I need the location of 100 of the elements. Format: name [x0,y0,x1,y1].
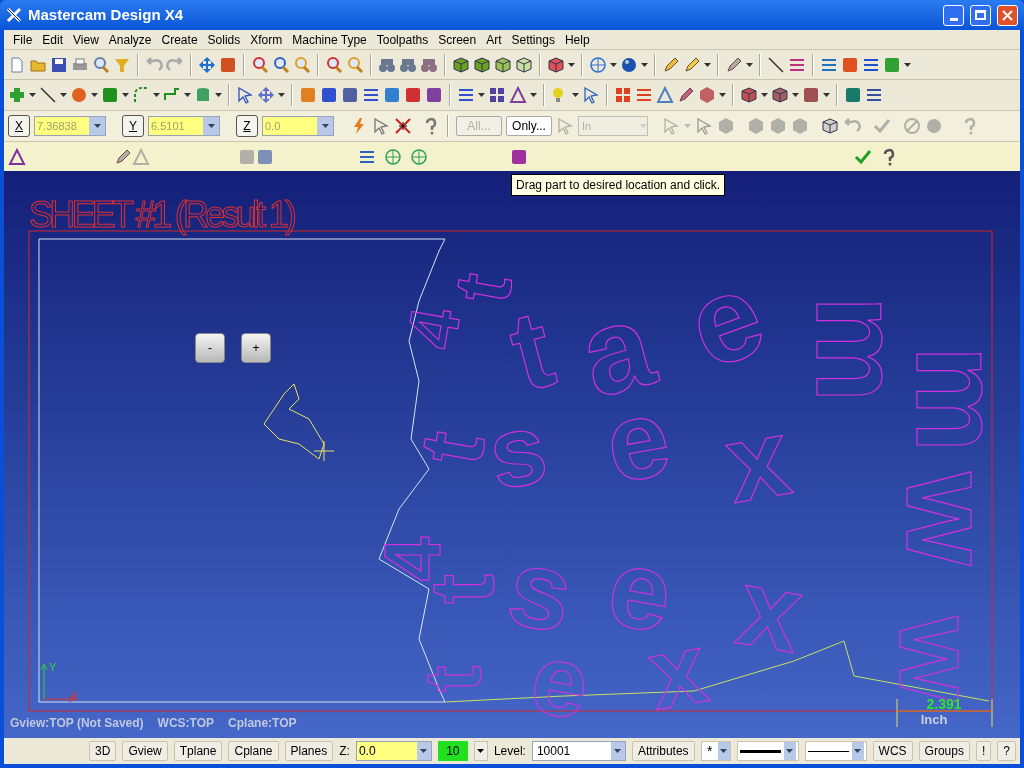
pencil-icon[interactable] [683,55,701,74]
caret-icon[interactable] [29,93,36,97]
checkmark-icon[interactable] [873,117,891,135]
caret-icon[interactable] [122,93,129,97]
caret-icon[interactable] [641,62,648,67]
pencil-icon[interactable] [662,55,680,74]
sphere-icon[interactable] [620,55,638,74]
view-button[interactable]: 3D [89,741,117,761]
pencil-icon[interactable] [725,55,743,74]
triangle-icon[interactable] [656,86,674,104]
point-style-dropdown[interactable]: * [700,741,731,761]
save-icon[interactable] [50,55,68,74]
caret-icon[interactable] [720,749,728,753]
cube-icon[interactable] [452,55,470,74]
four-arrows-icon[interactable] [257,86,275,104]
triangle-icon[interactable] [509,86,527,104]
axis-button[interactable]: X [8,115,30,137]
pencil-icon[interactable] [114,147,132,166]
caret-icon[interactable] [478,93,485,97]
menu-item[interactable]: Create [156,30,203,49]
cube-icon[interactable] [515,55,533,74]
square-icon[interactable] [425,86,443,104]
level-field[interactable]: 10001 [531,741,626,761]
menu-item[interactable]: Analyze [103,30,157,49]
caret-icon[interactable] [321,124,329,128]
axis-button[interactable]: Y [122,115,144,137]
caret-icon[interactable] [530,93,537,97]
zoom-icon[interactable] [272,55,290,74]
square-icon[interactable] [383,86,401,104]
zoom-icon[interactable] [251,55,269,74]
menu-item[interactable]: Toolpaths [371,30,434,49]
cube-icon[interactable] [740,86,758,104]
square-icon[interactable] [510,147,528,166]
z-depth-field[interactable]: 0.0 [355,741,432,761]
lines-icon[interactable] [362,86,380,104]
status-button[interactable]: ! [975,741,992,761]
square-icon[interactable] [219,55,237,74]
caret-icon[interactable] [477,749,485,753]
caret-icon[interactable] [761,93,768,97]
pointer-icon[interactable] [695,117,713,135]
caret-icon[interactable] [153,93,160,97]
square-icon[interactable] [341,86,359,104]
line-icon[interactable] [767,55,785,74]
lines-icon[interactable] [635,86,653,104]
pointer-icon[interactable] [236,86,254,104]
caret-icon[interactable] [420,749,428,753]
menu-item[interactable]: File [8,30,38,49]
maximize-button[interactable] [970,4,991,26]
cube-icon[interactable] [821,117,839,135]
caret-icon[interactable] [904,62,911,67]
caret-icon[interactable] [792,93,799,97]
zoom-icon[interactable] [346,55,364,74]
caret-icon[interactable] [207,124,215,128]
cross-icon[interactable] [394,117,412,135]
caret-icon[interactable] [572,93,579,97]
square-icon[interactable] [256,147,274,166]
caret-icon[interactable] [610,62,617,67]
view-button[interactable]: Gview [122,741,168,761]
zoom-button[interactable]: - [195,333,225,363]
color-field[interactable]: 10 [437,741,468,761]
line-style-dropdown[interactable] [804,741,867,761]
menu-item[interactable]: Settings [506,30,560,49]
status-button[interactable]: Groups [918,741,970,761]
square-icon[interactable] [404,86,422,104]
menu-item[interactable]: Screen [433,30,482,49]
dragged-part-drawing[interactable] [263,383,335,462]
lines-icon[interactable] [865,86,883,104]
caret-icon[interactable] [184,93,191,97]
pencil-icon[interactable] [677,86,695,104]
cube-icon[interactable] [473,55,491,74]
line-icon[interactable] [39,86,57,104]
caret-icon[interactable] [854,749,862,753]
only-button[interactable]: Only... [506,116,552,136]
menu-item[interactable]: Machine Type [287,30,372,49]
menu-item[interactable]: View [68,30,104,49]
caret-icon[interactable] [60,93,67,97]
caret-icon[interactable] [704,62,711,67]
caret-icon[interactable] [91,93,98,97]
square-icon[interactable] [841,55,859,74]
minimize-button[interactable] [943,4,964,26]
pointer-icon[interactable] [372,117,390,135]
cube-icon[interactable] [547,55,565,74]
menu-item[interactable]: Xform [245,30,288,49]
checkmark-icon[interactable] [854,147,872,166]
square-icon[interactable] [320,86,338,104]
square-icon[interactable] [802,86,820,104]
caret-icon[interactable] [93,124,101,128]
globe-icon[interactable] [589,55,607,74]
caret-icon[interactable] [719,93,726,97]
caret-icon[interactable] [786,749,794,753]
view-button[interactable]: Cplane [228,741,279,761]
globe-icon[interactable] [410,147,428,166]
triangle-icon[interactable] [8,147,26,166]
cube-icon[interactable] [771,86,789,104]
view-button[interactable]: Planes [284,741,334,761]
zoom-icon[interactable] [92,55,110,74]
caret-icon[interactable] [614,749,622,753]
caret-icon[interactable] [568,62,575,67]
caret-icon[interactable] [278,93,285,97]
axis-button[interactable]: Z [236,115,258,137]
